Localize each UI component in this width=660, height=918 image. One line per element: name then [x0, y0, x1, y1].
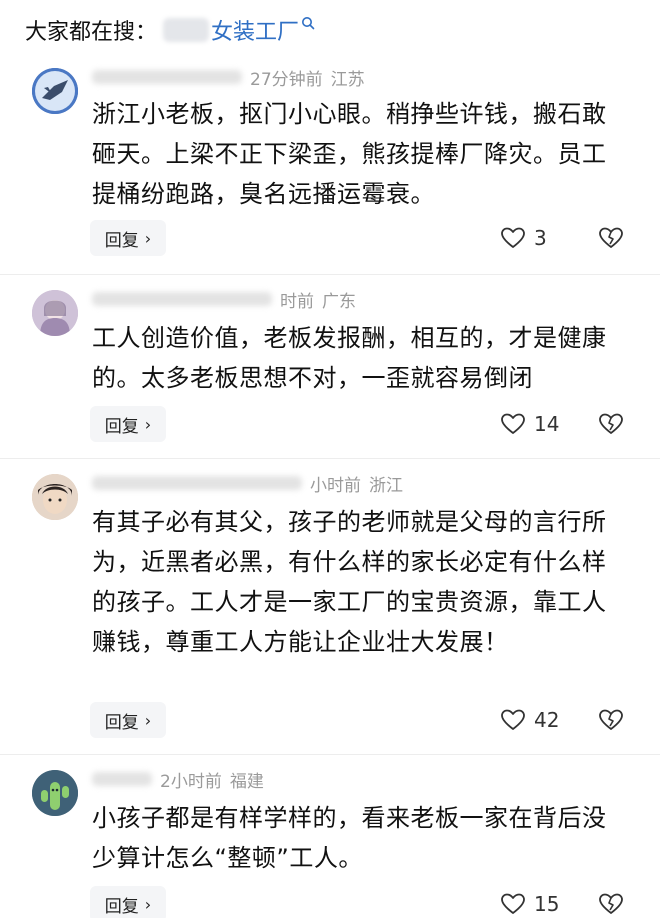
broken-heart-icon [599, 893, 623, 914]
reply-button[interactable]: 回复 › [90, 406, 166, 442]
dislike-button[interactable] [598, 406, 626, 442]
blurred-username [92, 70, 242, 84]
search-suggestion-bar[interactable]: 大家都在搜： 女装工厂 [25, 8, 315, 52]
comment-text-line: 赚钱，尊重工人方能让企业壮大发展！ [92, 628, 509, 656]
reply-label: 回复 [104, 230, 139, 251]
reply-label: 回复 [104, 896, 139, 917]
divider [0, 754, 660, 755]
comment-text-line: 有其子必有其父，孩子的老师就是父母的言行所 [92, 508, 607, 536]
comment-text: 浙江小老板，抠门小心眼。稍挣些许钱，搬石敢 砸天。上梁不正下梁歪，熊孩提棒厂降灾… [92, 94, 632, 214]
comment-text-line: 的孩子。工人才是一家工厂的宝贵资源，靠工人 [92, 588, 607, 616]
like-count: 15 [534, 892, 560, 916]
avatar[interactable] [32, 68, 78, 114]
comment-text-line: 少算计怎么“整顿”工人。 [92, 844, 363, 872]
comment-text-line: 的。太多老板思想不对，一歪就容易倒闭 [92, 364, 533, 392]
blurred-username [92, 772, 152, 786]
comment-location: 广东 [322, 291, 356, 312]
comment-text: 工人创造价值，老板发报酬，相互的，才是健康 的。太多老板思想不对，一歪就容易倒闭 [92, 318, 632, 398]
reply-button[interactable]: 回复 › [90, 702, 166, 738]
comment-text: 小孩子都是有样学样的，看来老板一家在背后没 少算计怎么“整顿”工人。 [92, 798, 632, 878]
reply-button[interactable]: 回复 › [90, 886, 166, 918]
comment-meta: 27分钟前 江苏 [92, 64, 365, 90]
like-button[interactable]: 3 [500, 220, 547, 256]
heart-outline-icon [501, 227, 525, 248]
comment-text-line: 工人创造价值，老板发报酬，相互的，才是健康 [92, 324, 607, 352]
broken-heart-icon [599, 227, 623, 248]
like-button[interactable]: 15 [500, 886, 559, 918]
dislike-button[interactable] [598, 702, 626, 738]
comment-text-line: 为，近黑者必黑，有什么样的家长必定有什么样 [92, 548, 607, 576]
search-icon [302, 17, 315, 30]
blurred-username [92, 476, 302, 490]
comment-time: 27分钟前 [250, 69, 323, 90]
chevron-right-icon: › [144, 894, 152, 914]
comment-location: 福建 [229, 771, 264, 792]
comment-meta: 小时前 浙江 [92, 470, 403, 496]
heart-outline-icon [501, 413, 525, 434]
search-suggestion-term[interactable]: 女装工厂 [211, 14, 299, 46]
avatar[interactable] [32, 474, 78, 520]
like-count: 3 [534, 226, 547, 250]
avatar[interactable] [32, 770, 78, 816]
chevron-right-icon: › [144, 710, 152, 730]
comment-meta: 2小时前 福建 [92, 766, 264, 792]
divider [0, 274, 660, 275]
comment-text: 有其子必有其父，孩子的老师就是父母的言行所 为，近黑者必黑，有什么样的家长必定有… [92, 502, 632, 662]
broken-heart-icon [599, 413, 623, 434]
chevron-right-icon: › [144, 414, 152, 434]
comment-time: 小时前 [310, 475, 361, 496]
chevron-right-icon: › [144, 228, 152, 248]
dislike-button[interactable] [598, 220, 626, 256]
reply-button[interactable]: 回复 › [90, 220, 166, 256]
blurred-search-text [163, 18, 210, 42]
like-count: 42 [534, 708, 560, 732]
like-button[interactable]: 14 [500, 406, 559, 442]
comment-time: 2小时前 [160, 771, 222, 792]
comment-text-line: 砸天。上梁不正下梁歪，熊孩提棒厂降灾。员工 [92, 140, 607, 168]
comment-location: 江苏 [330, 69, 365, 90]
comment-meta: 时前 广东 [92, 286, 356, 312]
comment-text-line: 提桶纷跑路，臭名远播运霉衰。 [92, 180, 435, 208]
reply-label: 回复 [104, 712, 139, 733]
reply-label: 回复 [104, 416, 139, 437]
search-prefix-label: 大家都在搜： [25, 20, 158, 45]
heart-outline-icon [501, 893, 525, 914]
comment-text-line: 浙江小老板，抠门小心眼。稍挣些许钱，搬石敢 [92, 100, 607, 128]
blurred-username [92, 292, 272, 306]
like-count: 14 [534, 412, 560, 436]
like-button[interactable]: 42 [500, 702, 559, 738]
divider [0, 458, 660, 459]
comment-time: 时前 [280, 291, 314, 312]
avatar[interactable] [32, 290, 78, 336]
heart-outline-icon [501, 709, 525, 730]
comment-text-line: 小孩子都是有样学样的，看来老板一家在背后没 [92, 804, 607, 832]
broken-heart-icon [599, 709, 623, 730]
dislike-button[interactable] [598, 886, 626, 918]
comment-location: 浙江 [369, 475, 403, 496]
